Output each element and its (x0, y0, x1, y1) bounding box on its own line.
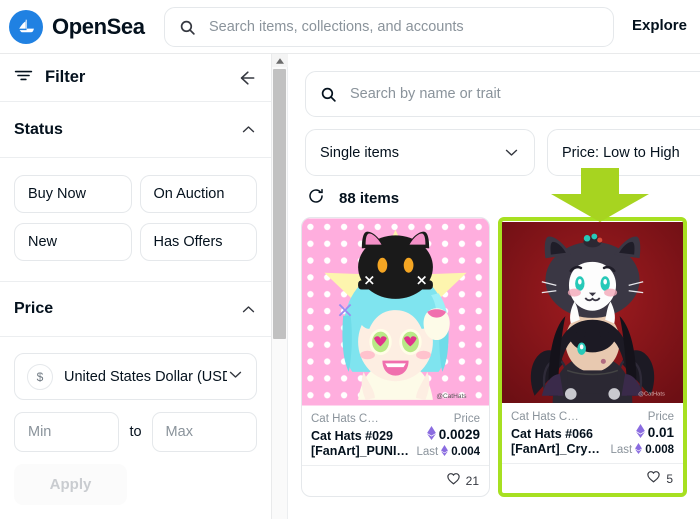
chevron-up-icon[interactable] (240, 121, 257, 138)
chevron-up-icon[interactable] (240, 301, 257, 318)
nft-artwork-image: @CatHats (502, 222, 683, 403)
price-label: Price (647, 411, 674, 423)
last-price-value: 0.004 (451, 446, 480, 458)
ethereum-icon (635, 443, 643, 457)
collection-name: Cat Hats C… (311, 413, 379, 425)
sidebar-scrollbar[interactable] (272, 54, 288, 519)
nft-card[interactable]: @CatHats Cat Hats C… Price Cat Hats #029 (301, 217, 490, 497)
nft-price-value: 0.0029 (438, 427, 480, 442)
price-range-inputs: Min to Max (14, 412, 257, 452)
status-section-header[interactable]: Status (0, 102, 271, 158)
nft-name-line2: [FanArt]_PUNI… (311, 444, 409, 458)
explore-link[interactable]: Explore (632, 17, 687, 34)
price-range-separator: to (129, 424, 142, 440)
scrollbar-thumb[interactable] (273, 69, 286, 339)
nft-card-footer: 5 (502, 463, 683, 493)
price-min-input[interactable]: Min (14, 412, 120, 452)
filter-header: Filter (0, 54, 271, 102)
price-section-header[interactable]: Price (0, 281, 271, 337)
nft-artwork-image: @CatHats (302, 218, 489, 406)
opensea-collection-page: OpenSea Search items, collections, and a… (0, 0, 700, 519)
item-count-label: 88 items (339, 190, 400, 207)
last-price-label: Last (610, 444, 633, 456)
items-panel: Search by name or trait Single items Pri… (289, 54, 700, 519)
last-price: Last 0.004 (416, 445, 480, 459)
search-icon (320, 86, 337, 103)
nft-price-value: 0.01 (647, 425, 674, 440)
last-price-label: Last (416, 446, 439, 458)
nft-name-line2: [FanArt]_Cry… (511, 442, 600, 456)
status-chip-buy-now[interactable]: Buy Now (14, 175, 132, 213)
nft-name-line1: Cat Hats #066 (511, 427, 593, 441)
filter-sidebar: Filter Status Buy Now On Auction New Has… (0, 54, 272, 519)
heart-outline-icon[interactable] (646, 469, 661, 489)
item-count-row: 88 items (307, 187, 399, 210)
price-label: Price (453, 413, 480, 425)
last-price: Last 0.008 (610, 443, 674, 457)
items-grid: @CatHats Cat Hats C… Price Cat Hats #029 (301, 217, 687, 497)
status-chip-new[interactable]: New (14, 223, 132, 261)
price-filter-body: $ United States Dollar (USD) Min to Max … (0, 337, 271, 505)
ethereum-icon (635, 424, 645, 441)
ethereum-icon (426, 426, 436, 443)
nft-card-info: Cat Hats C… Price Cat Hats #066 0.01 [Fa… (502, 404, 683, 463)
last-price-value: 0.008 (645, 444, 674, 456)
like-count: 21 (465, 473, 479, 488)
status-section-title: Status (14, 120, 63, 138)
item-type-value: Single items (320, 144, 399, 161)
global-search-input[interactable]: Search items, collections, and accounts (164, 7, 614, 47)
apply-price-button[interactable]: Apply (14, 464, 127, 505)
brand-name: OpenSea (52, 13, 145, 39)
status-options: Buy Now On Auction New Has Offers (0, 158, 271, 281)
status-chip-on-auction[interactable]: On Auction (139, 175, 257, 213)
currency-select[interactable]: $ United States Dollar (USD) (14, 353, 257, 400)
nft-card-footer: 21 (302, 465, 489, 495)
svg-text:@CatHats: @CatHats (638, 392, 665, 398)
item-type-select[interactable]: Single items (305, 129, 535, 176)
filter-title: Filter (45, 68, 86, 86)
sort-value: Price: Low to High (562, 144, 680, 161)
nft-card[interactable]: @CatHats Cat Hats C… Price Cat Hats #066 (498, 217, 687, 497)
down-arrow-annotation-icon (545, 168, 655, 227)
heart-outline-icon[interactable] (446, 471, 461, 491)
arrow-left-icon[interactable] (237, 68, 257, 88)
price-section-title: Price (14, 300, 54, 317)
status-chip-has-offers[interactable]: Has Offers (139, 223, 257, 261)
global-search-placeholder: Search items, collections, and accounts (209, 19, 464, 35)
filter-icon (14, 66, 33, 90)
opensea-logo-link[interactable]: OpenSea (9, 9, 145, 44)
ethereum-icon (441, 445, 449, 459)
trait-search-placeholder: Search by name or trait (350, 86, 501, 102)
scroll-up-arrow-icon[interactable] (272, 54, 288, 67)
like-count: 5 (666, 471, 673, 486)
currency-value: United States Dollar (USD) (64, 368, 227, 385)
svg-text:@CatHats: @CatHats (436, 393, 467, 400)
dollar-icon: $ (27, 363, 53, 390)
nft-card-info: Cat Hats C… Price Cat Hats #029 0.0029 [… (302, 406, 489, 465)
price-max-input[interactable]: Max (151, 412, 257, 452)
chevron-down-icon[interactable] (503, 144, 520, 161)
opensea-sailboat-logo-icon (9, 9, 43, 44)
nft-name-line1: Cat Hats #029 (311, 429, 393, 443)
refresh-icon[interactable] (307, 187, 325, 210)
search-icon (179, 19, 196, 36)
collection-name: Cat Hats C… (511, 411, 579, 423)
nft-price: 0.0029 (426, 426, 480, 443)
chevron-down-icon[interactable] (227, 366, 244, 388)
trait-search-input[interactable]: Search by name or trait (305, 71, 700, 117)
site-header: OpenSea Search items, collections, and a… (0, 0, 700, 54)
nft-price: 0.01 (635, 424, 674, 441)
